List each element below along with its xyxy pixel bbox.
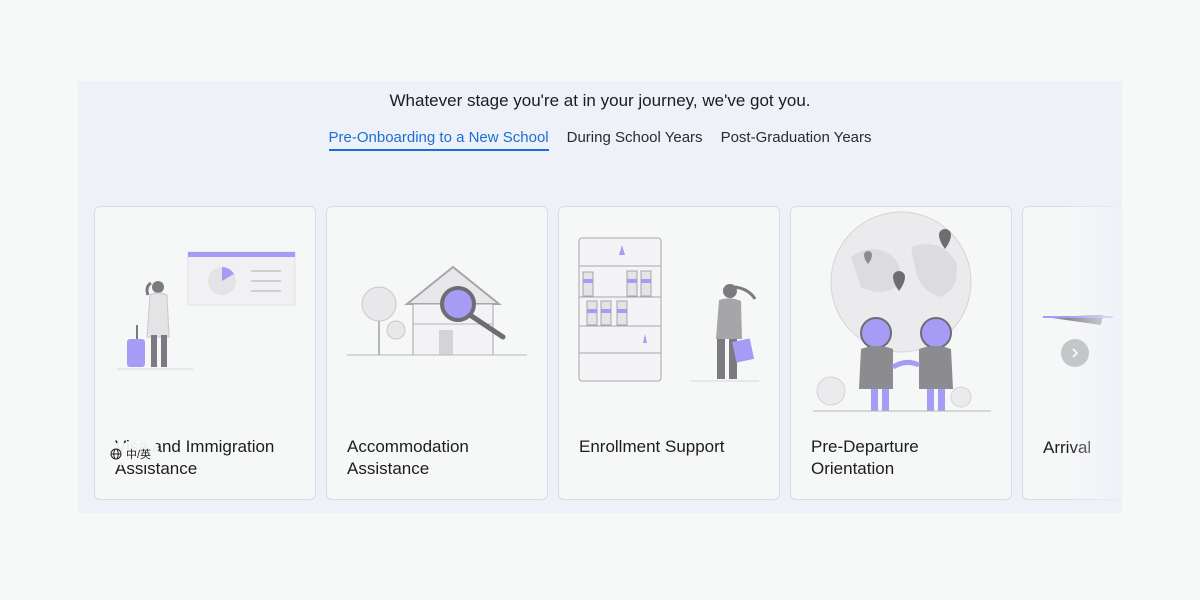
student-illustration [578,237,759,382]
card-title-pre-departure: Pre-Departure Orientation [811,437,919,478]
tab-post-graduation[interactable]: Post-Graduation Years [721,129,872,151]
tab-during-school[interactable]: During School Years [567,129,703,151]
carousel-next-button[interactable] [1061,339,1089,367]
tab-pre-onboarding[interactable]: Pre-Onboarding to a New School [328,129,549,151]
chevron-right-icon [1072,348,1079,358]
card-title-enrollment: Enrollment Support [579,437,725,456]
house-illustration [347,265,527,356]
airplane-illustration [1043,315,1113,325]
globe-icon [110,448,122,460]
globe-illustration [813,211,991,412]
section-heading: Whatever stage you're at in your journey… [389,91,811,110]
card-title-arrival: Arrival [1043,438,1092,457]
language-toggle-label: 中/英 [126,449,152,461]
card-title-accommodation: Accommodation Assistance [347,437,469,478]
stage-tabs: Pre-Onboarding to a New School During Sc… [78,129,1122,151]
traveler-illustration [117,251,296,370]
language-toggle[interactable]: 中/英 [104,443,158,465]
